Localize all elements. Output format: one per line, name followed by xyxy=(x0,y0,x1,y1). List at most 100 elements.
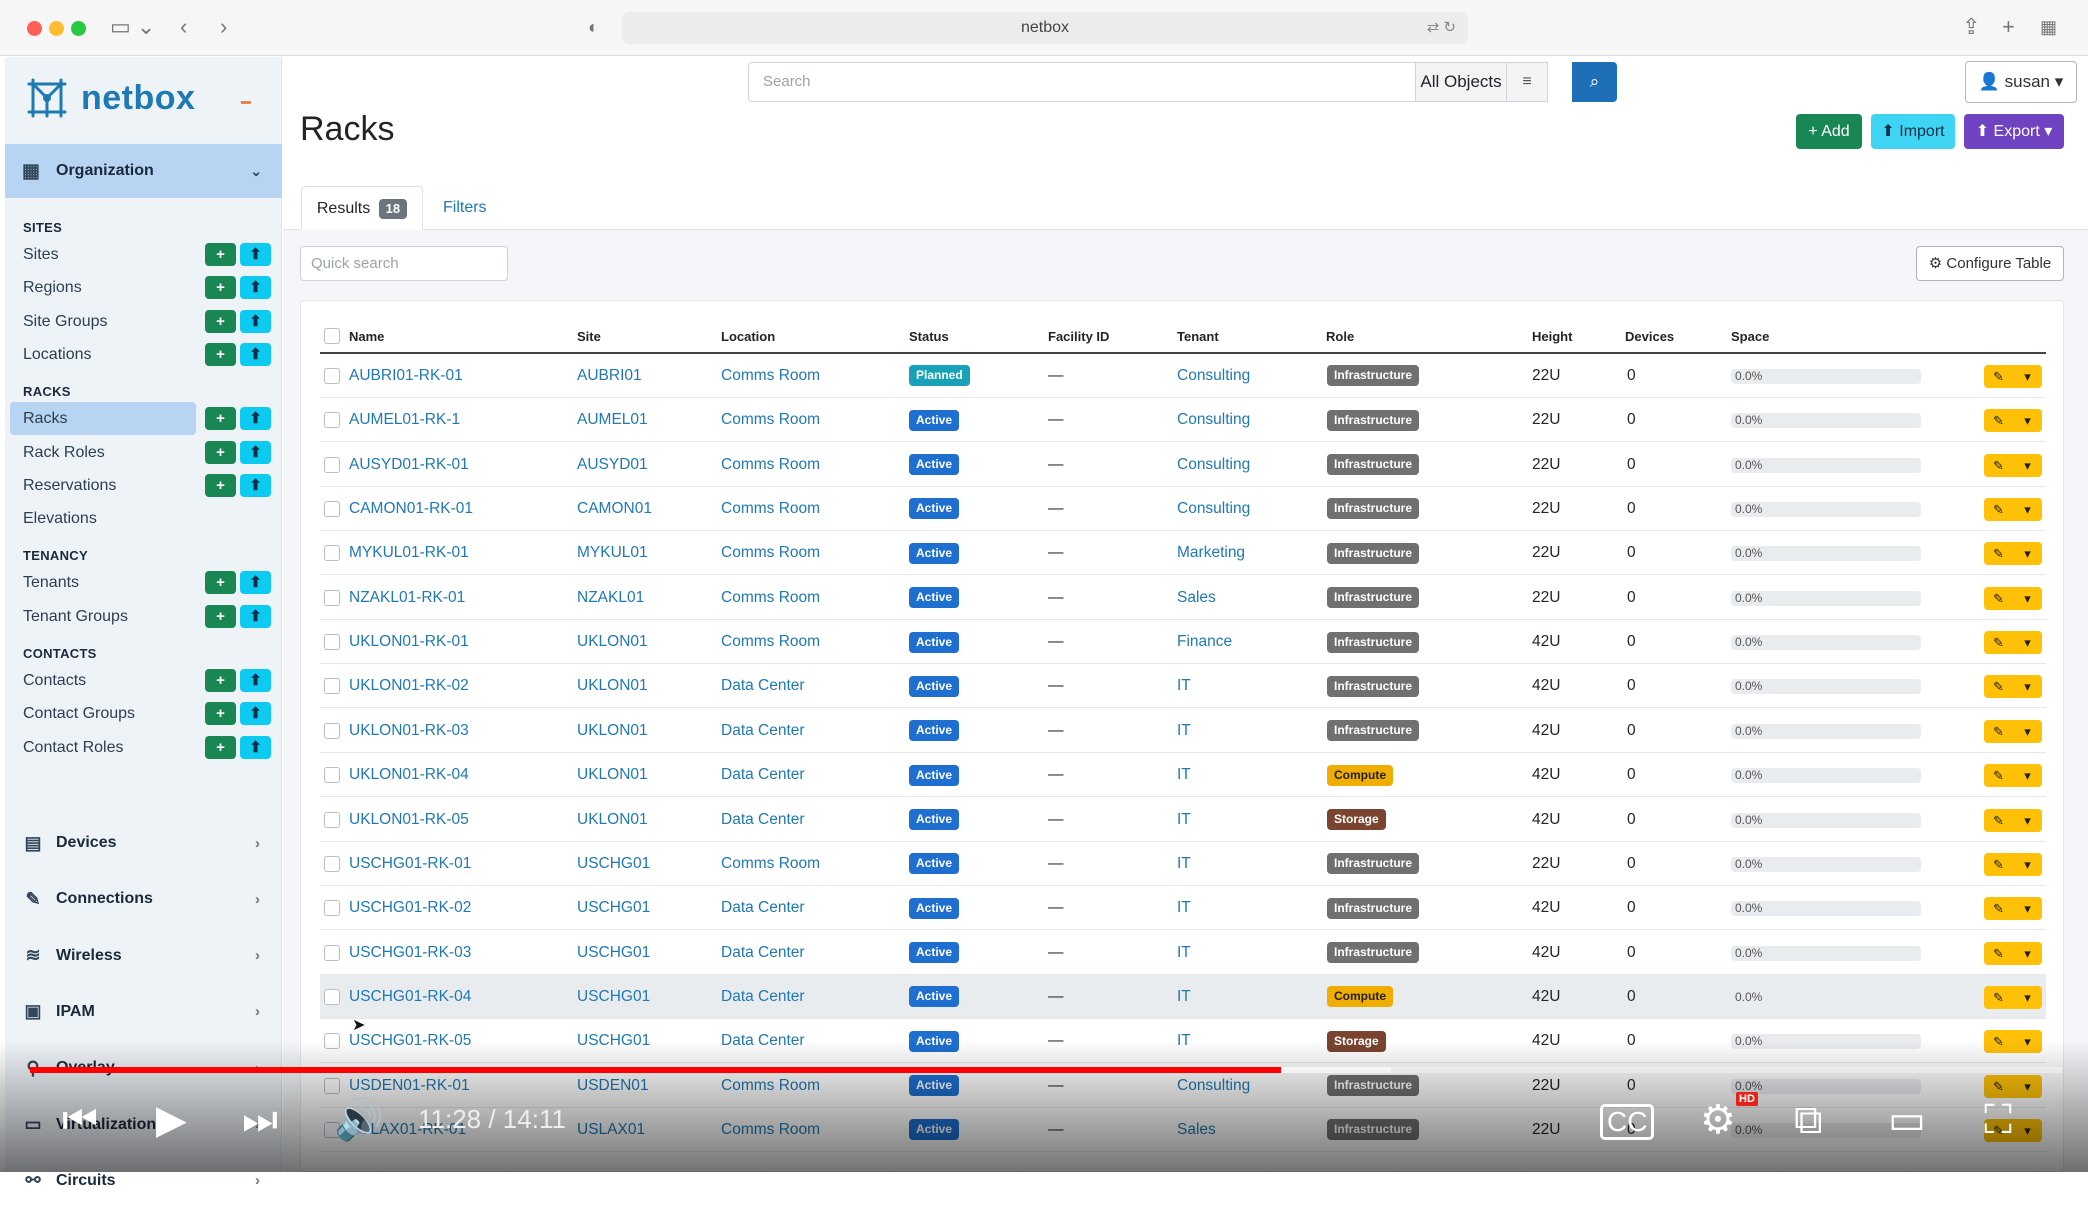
quick-add-icon[interactable]: + xyxy=(205,604,236,628)
quick-add-icon[interactable]: + xyxy=(205,473,236,497)
column-header-facility-id[interactable]: Facility ID xyxy=(1048,329,1109,344)
close-window-button[interactable] xyxy=(27,21,42,36)
role-badge[interactable]: Infrastructure xyxy=(1327,853,1420,875)
settings-icon[interactable]: ⚙ xyxy=(1700,1100,1736,1140)
miniplayer-icon[interactable]: ⧉ xyxy=(1794,1100,1823,1140)
edit-button-group[interactable]: ✎▾ xyxy=(1984,498,2042,522)
table-row[interactable]: UKLON01-RK-02 UKLON01 Data Center Active — IT… xyxy=(320,664,2046,709)
edit-icon[interactable]: ✎ xyxy=(1984,409,2013,432)
location-link[interactable]: Comms Room xyxy=(721,443,820,487)
table-row[interactable]: NZAKL01-RK-01 NZAKL01 Comms Room Active — Sal… xyxy=(320,576,2046,620)
site-link[interactable]: USCHG01 xyxy=(577,975,650,1019)
location-link[interactable]: Comms Room xyxy=(721,842,820,886)
site-link[interactable]: AUBRI01 xyxy=(577,354,642,398)
site-link[interactable]: USCHG01 xyxy=(577,931,650,975)
rack-name-link[interactable]: USCHG01-RK-03 xyxy=(349,931,471,975)
tenant-link[interactable]: IT xyxy=(1177,886,1191,930)
new-tab-icon[interactable]: + xyxy=(2002,14,2015,40)
site-link[interactable]: UKLON01 xyxy=(577,753,648,797)
forward-icon[interactable]: › xyxy=(220,14,227,40)
user-menu-button[interactable]: 👤 susan ▾ xyxy=(1965,61,2077,103)
edit-icon[interactable]: ✎ xyxy=(1984,809,2013,832)
rack-name-link[interactable]: UKLON01-RK-04 xyxy=(349,753,469,797)
sidebar-item-site-groups[interactable]: Site Groups + ⬆ xyxy=(5,305,282,338)
tab-filters[interactable]: Filters xyxy=(443,186,487,230)
location-link[interactable]: Comms Room xyxy=(721,354,820,398)
maximize-window-button[interactable] xyxy=(71,21,86,36)
row-checkbox[interactable] xyxy=(324,900,340,917)
rack-name-link[interactable]: UKLON01-RK-03 xyxy=(349,709,469,753)
edit-button-group[interactable]: ✎▾ xyxy=(1984,985,2042,1009)
sidebar-item-rack-roles[interactable]: Rack Roles + ⬆ xyxy=(5,436,282,469)
column-header-name[interactable]: Name xyxy=(349,329,384,344)
role-badge[interactable]: Infrastructure xyxy=(1327,675,1420,697)
edit-icon[interactable]: ✎ xyxy=(1984,675,2013,698)
row-checkbox[interactable] xyxy=(324,412,340,429)
role-badge[interactable]: Infrastructure xyxy=(1327,941,1420,963)
role-badge[interactable]: Infrastructure xyxy=(1327,409,1420,431)
caret-down-icon[interactable]: ▾ xyxy=(2013,809,2042,832)
quick-import-icon[interactable]: ⬆ xyxy=(240,473,271,497)
edit-button-group[interactable]: ✎▾ xyxy=(1984,808,2042,832)
tenant-link[interactable]: IT xyxy=(1177,931,1191,975)
location-link[interactable]: Data Center xyxy=(721,709,805,753)
location-link[interactable]: Data Center xyxy=(721,798,805,842)
import-button[interactable]: ⬆ Import xyxy=(1871,114,1955,149)
quick-add-icon[interactable]: + xyxy=(205,669,236,692)
caret-down-icon[interactable]: ▾ xyxy=(2013,720,2042,743)
search-scope-select[interactable]: All Objects xyxy=(1415,62,1507,102)
tab-results[interactable]: Results 18 xyxy=(301,186,423,230)
rack-name-link[interactable]: UKLON01-RK-05 xyxy=(349,798,469,842)
add-button[interactable]: + Add xyxy=(1796,114,1862,149)
role-badge[interactable]: Storage xyxy=(1327,808,1386,830)
edit-icon[interactable]: ✎ xyxy=(1984,454,2013,477)
location-link[interactable]: Comms Room xyxy=(721,620,820,664)
caret-down-icon[interactable]: ▾ xyxy=(2013,897,2042,920)
quick-import-icon[interactable]: ⬆ xyxy=(240,243,271,266)
location-link[interactable]: Data Center xyxy=(721,753,805,797)
tab-overview-icon[interactable]: ▦ xyxy=(2040,14,2057,40)
rack-name-link[interactable]: MYKUL01-RK-01 xyxy=(349,531,469,575)
caret-down-icon[interactable]: ▾ xyxy=(2013,365,2042,388)
role-badge[interactable]: Compute xyxy=(1327,986,1393,1008)
quick-add-icon[interactable]: + xyxy=(205,735,236,759)
quick-import-icon[interactable]: ⬆ xyxy=(240,407,271,431)
quick-import-icon[interactable]: ⬆ xyxy=(240,440,271,464)
table-row[interactable]: USCHG01-RK-03 USCHG01 Data Center Active — IT… xyxy=(320,931,2046,975)
role-badge[interactable]: Infrastructure xyxy=(1327,720,1420,742)
edit-icon[interactable]: ✎ xyxy=(1984,764,2013,787)
video-progress-bar[interactable] xyxy=(30,1067,2062,1073)
rack-name-link[interactable]: AUSYD01-RK-01 xyxy=(349,443,469,487)
table-row[interactable]: USCHG01-RK-04 USCHG01 Data Center Active — IT… xyxy=(320,974,2046,1019)
menu-devices[interactable]: ▤ Devices › xyxy=(5,818,282,868)
tenant-link[interactable]: IT xyxy=(1177,798,1191,842)
table-row[interactable]: UKLON01-RK-03 UKLON01 Data Center Active — IT… xyxy=(320,709,2046,753)
translate-reload-icon[interactable]: ⇄ ↻ xyxy=(1427,12,1456,44)
edit-button-group[interactable]: ✎▾ xyxy=(1984,675,2042,699)
location-link[interactable]: Data Center xyxy=(721,931,805,975)
quick-add-icon[interactable]: + xyxy=(205,440,236,464)
sidebar-item-contact-groups[interactable]: Contact Groups + ⬆ xyxy=(5,697,282,730)
configure-table-button[interactable]: ⚙ Configure Table xyxy=(1916,246,2064,281)
rack-name-link[interactable]: CAMON01-RK-01 xyxy=(349,487,473,531)
export-button[interactable]: ⬆ Export ▾ xyxy=(1964,114,2064,149)
quick-add-icon[interactable]: + xyxy=(205,407,236,431)
location-link[interactable]: Comms Room xyxy=(721,576,820,620)
tenant-link[interactable]: Consulting xyxy=(1177,443,1250,487)
role-badge[interactable]: Compute xyxy=(1327,764,1393,786)
sidebar-item-contacts[interactable]: Contacts + ⬆ xyxy=(5,664,282,697)
site-link[interactable]: MYKUL01 xyxy=(577,531,648,575)
sidebar-item-regions[interactable]: Regions + ⬆ xyxy=(5,271,282,304)
sidebar-item-tenant-groups[interactable]: Tenant Groups + ⬆ xyxy=(5,600,282,633)
edit-icon[interactable]: ✎ xyxy=(1984,365,2013,388)
edit-button-group[interactable]: ✎▾ xyxy=(1984,586,2042,610)
edit-button-group[interactable]: ✎▾ xyxy=(1984,631,2042,655)
table-row[interactable]: AUSYD01-RK-01 AUSYD01 Comms Room Active — Con… xyxy=(320,443,2046,487)
tenant-link[interactable]: Marketing xyxy=(1177,531,1245,575)
column-header-role[interactable]: Role xyxy=(1326,329,1354,344)
tenant-link[interactable]: IT xyxy=(1177,842,1191,886)
column-header-devices[interactable]: Devices xyxy=(1625,329,1674,344)
column-header-space[interactable]: Space xyxy=(1731,329,1769,344)
edit-button-group[interactable]: ✎▾ xyxy=(1984,764,2042,788)
quick-import-icon[interactable]: ⬆ xyxy=(240,276,271,300)
